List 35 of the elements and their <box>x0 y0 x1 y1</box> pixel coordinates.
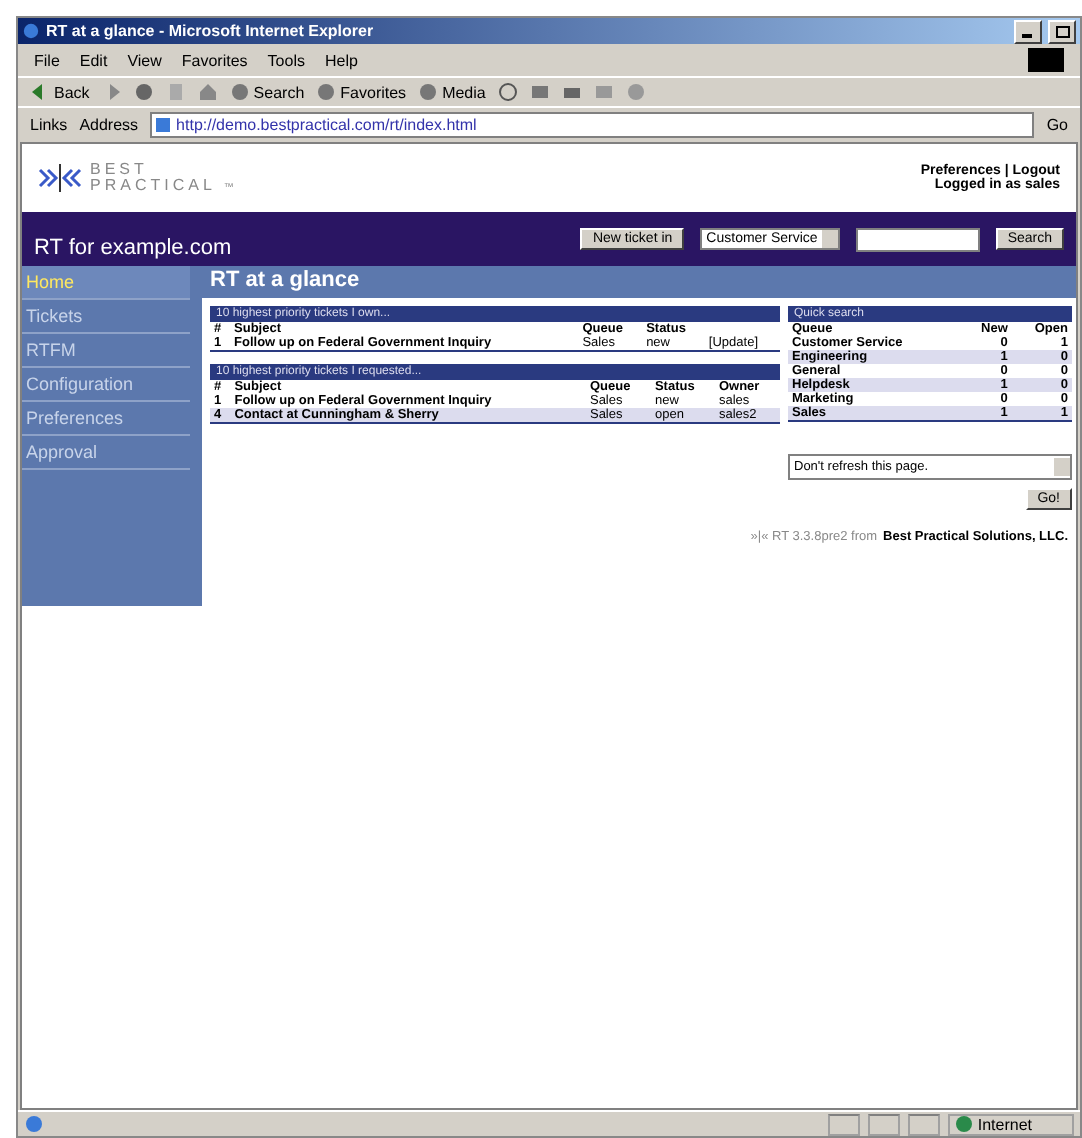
windows-logo-icon <box>1028 48 1064 72</box>
address-label: Address <box>79 116 139 134</box>
page-title: RT at a glance <box>202 266 1076 298</box>
circle-icon <box>316 82 337 102</box>
window-title: RT at a glance - Microsoft Internet Explorer <box>46 22 374 40</box>
maximize-icon <box>1055 25 1069 37</box>
mail-icon[interactable] <box>529 82 550 102</box>
page-icon <box>156 118 171 132</box>
globe-icon <box>955 1116 972 1132</box>
stop-icon[interactable] <box>133 82 154 102</box>
maximize-button[interactable] <box>1048 19 1076 43</box>
menu-item[interactable]: View <box>127 51 162 69</box>
search-field[interactable] <box>855 227 980 251</box>
toolbar-button[interactable]: Search <box>229 82 305 102</box>
page-icon <box>24 1114 44 1134</box>
home-icon[interactable] <box>197 82 218 102</box>
zone-label: Internet <box>977 1115 1032 1133</box>
back-button[interactable]: Back <box>30 82 90 102</box>
print-icon[interactable] <box>561 82 582 102</box>
circle-icon <box>229 82 250 102</box>
menu-item[interactable]: Favorites <box>181 51 248 69</box>
menu-item[interactable]: Edit <box>79 51 108 69</box>
address-field[interactable]: http://demo.bestpractical.com/rt/index.html <box>150 112 1035 138</box>
toolbar-button[interactable]: Favorites <box>316 82 407 102</box>
menu-item[interactable]: Tools <box>267 51 305 69</box>
circle-icon <box>418 82 439 102</box>
browser-icon <box>22 22 40 40</box>
go-button[interactable]: Go <box>1046 116 1068 134</box>
menu-item[interactable]: File <box>34 51 60 69</box>
site-title: RT for example.com <box>34 235 232 259</box>
toolbar-button[interactable]: Media <box>418 82 486 102</box>
menu-item[interactable]: Help <box>324 51 358 69</box>
history-icon[interactable] <box>497 82 518 102</box>
minimize-button[interactable] <box>1014 19 1042 43</box>
links-label[interactable]: Links <box>30 116 68 134</box>
